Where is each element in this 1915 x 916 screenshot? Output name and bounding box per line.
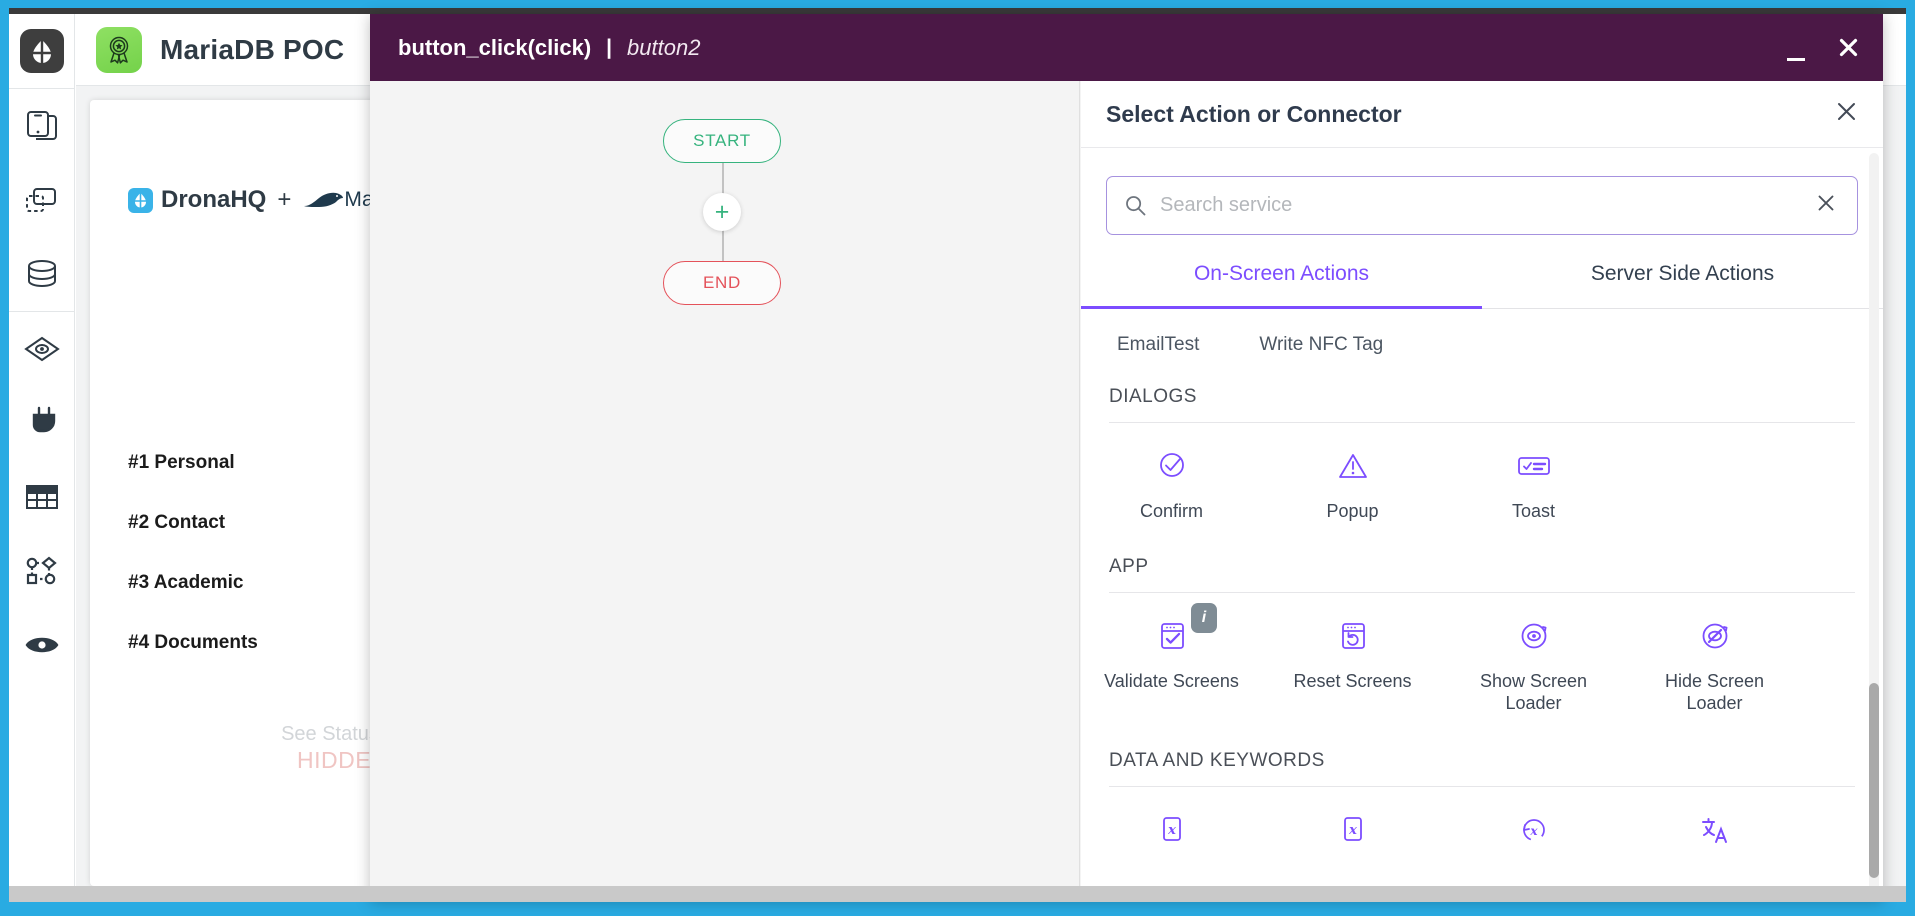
action-tile-hide-screen-loader[interactable]: Hide Screen Loader xyxy=(1624,615,1805,714)
database-icon xyxy=(25,258,59,290)
section-tiles-dialogs: Confirm Popup Toast xyxy=(1081,423,1883,522)
panel-tabs: On-Screen Actions Server Side Actions xyxy=(1081,259,1883,309)
sidebar-item-visibility-rules[interactable] xyxy=(9,312,75,386)
flow-node-start[interactable]: START xyxy=(663,119,781,163)
modal-window-controls xyxy=(1783,14,1861,81)
add-step-button[interactable]: + xyxy=(703,193,741,231)
dronahq-label: DronaHQ xyxy=(161,186,267,213)
recent-actions-row: EmailTest Write NFC Tag xyxy=(1081,316,1883,368)
eye-icon xyxy=(25,633,59,657)
panel-close-icon[interactable] xyxy=(1836,101,1857,128)
window-bottom-strip xyxy=(9,886,1906,902)
dronahq-logo-icon xyxy=(128,187,153,213)
window-check-icon xyxy=(1157,615,1187,657)
sidebar-item-app-logo[interactable] xyxy=(9,14,75,88)
left-icon-rail xyxy=(9,14,75,886)
panel-header: Select Action or Connector xyxy=(1081,81,1883,148)
eye-diamond-icon xyxy=(24,336,60,362)
flow-nodes-icon xyxy=(25,556,59,586)
action-tile-reset-screens[interactable]: Reset Screens xyxy=(1262,615,1443,714)
svg-text:x: x xyxy=(1529,824,1538,838)
recent-item-emailtest[interactable]: EmailTest xyxy=(1117,334,1199,356)
warning-triangle-icon xyxy=(1336,445,1370,487)
section-label-dialogs: DIALOGS xyxy=(1109,386,1197,407)
sidebar-item-tables[interactable] xyxy=(9,460,75,534)
plug-icon xyxy=(26,406,58,440)
page-title: MariaDB POC xyxy=(160,33,345,65)
action-editor-modal: button_click(click) | button2 START + EN… xyxy=(370,14,1883,900)
app-window-frame: MariaDB POC DronaHQ + #1 Personal #2 Con… xyxy=(0,0,1915,916)
sidebar-item-layouts[interactable] xyxy=(9,163,75,237)
clear-search-icon[interactable] xyxy=(1817,194,1835,218)
tab-server-side-actions[interactable]: Server Side Actions xyxy=(1482,259,1883,308)
flow-canvas[interactable]: START + END xyxy=(370,81,1080,900)
section-label-data-and-keywords: DATA AND KEYWORDS xyxy=(1109,750,1325,771)
tile-label: Hide Screen Loader xyxy=(1664,671,1765,713)
variable-x-refresh-icon: x xyxy=(1518,809,1550,851)
modal-titlebar: button_click(click) | button2 xyxy=(370,14,1883,81)
layout-frame-icon xyxy=(25,185,59,215)
panel-scrollbar[interactable] xyxy=(1869,153,1879,900)
action-tile-translate[interactable] xyxy=(1624,809,1805,864)
row-label: #1 Personal xyxy=(128,452,235,473)
section-label-app: APP xyxy=(1109,556,1149,577)
search-input[interactable] xyxy=(1160,194,1817,217)
flow-node-end[interactable]: END xyxy=(663,261,781,305)
tab-on-screen-actions[interactable]: On-Screen Actions xyxy=(1081,259,1482,309)
action-tile-popup[interactable]: Popup xyxy=(1262,445,1443,522)
row-label: #2 Contact xyxy=(128,512,226,533)
tile-label: Confirm xyxy=(1139,501,1203,521)
action-tile-show-screen-loader[interactable]: Show Screen Loader xyxy=(1443,615,1624,714)
tile-label: Show Screen Loader xyxy=(1479,671,1588,713)
minimize-button[interactable] xyxy=(1783,35,1809,61)
window-undo-icon xyxy=(1338,615,1368,657)
circle-check-icon xyxy=(1155,445,1189,487)
mariadb-seal-icon xyxy=(302,190,344,210)
panel-scroll-area: EmailTest Write NFC Tag DIALOGS Confirm … xyxy=(1081,316,1883,900)
sidebar-item-data-sources[interactable] xyxy=(9,237,75,311)
table-grid-icon xyxy=(25,483,59,511)
variable-x-box-icon: x xyxy=(1340,809,1366,851)
tile-label: Validate Screens xyxy=(1104,671,1239,691)
modal-subtitle: button2 xyxy=(627,34,701,60)
brand-plus-label: + xyxy=(277,186,292,213)
tablet-screens-icon xyxy=(25,109,59,143)
modal-title-separator: | xyxy=(606,35,613,59)
section-tiles-data-and-keywords: x x x xyxy=(1081,787,1883,864)
svg-text:x: x xyxy=(1348,823,1357,838)
action-tile-confirm[interactable]: Confirm xyxy=(1081,445,1262,522)
sidebar-item-screens[interactable] xyxy=(9,89,75,163)
tile-label: Reset Screens xyxy=(1293,671,1412,691)
award-ribbon-icon xyxy=(96,26,142,73)
section-tiles-app: i Validate Screens Reset Screens Show Sc… xyxy=(1081,593,1883,714)
action-tile-set-variable[interactable]: x xyxy=(1081,809,1262,864)
action-tile-validate-screens[interactable]: i Validate Screens xyxy=(1081,603,1262,714)
svg-text:x: x xyxy=(1167,823,1176,838)
action-tile-reset-variable[interactable]: x xyxy=(1443,809,1624,864)
close-icon[interactable] xyxy=(1835,35,1861,61)
sidebar-item-preview[interactable] xyxy=(9,608,75,682)
search-icon xyxy=(1125,195,1146,216)
info-tooltip-badge[interactable]: i xyxy=(1191,603,1217,633)
panel-title: Select Action or Connector xyxy=(1106,100,1402,127)
search-field[interactable] xyxy=(1106,176,1858,235)
action-tile-set-keyword[interactable]: x xyxy=(1262,809,1443,864)
action-selector-panel: Select Action or Connector Search servic… xyxy=(1081,81,1883,900)
toast-card-icon xyxy=(1516,445,1552,487)
panel-scrollbar-thumb[interactable] xyxy=(1869,683,1879,878)
eye-refresh-icon xyxy=(1516,615,1552,657)
variable-x-box-icon: x xyxy=(1159,809,1185,851)
eye-off-refresh-icon xyxy=(1697,615,1733,657)
row-label: #3 Academic xyxy=(128,572,244,593)
sidebar-item-workflows[interactable] xyxy=(9,534,75,608)
sidebar-item-connectors[interactable] xyxy=(9,386,75,460)
tile-label: Toast xyxy=(1511,501,1556,521)
tile-label: Popup xyxy=(1326,501,1379,521)
recent-item-write-nfc-tag[interactable]: Write NFC Tag xyxy=(1259,334,1383,356)
modal-title: button_click(click) xyxy=(398,34,592,60)
action-tile-toast[interactable]: Toast xyxy=(1443,445,1624,522)
translate-icon xyxy=(1699,809,1731,851)
drop-logo-icon xyxy=(20,29,64,73)
row-label: #4 Documents xyxy=(128,632,258,653)
